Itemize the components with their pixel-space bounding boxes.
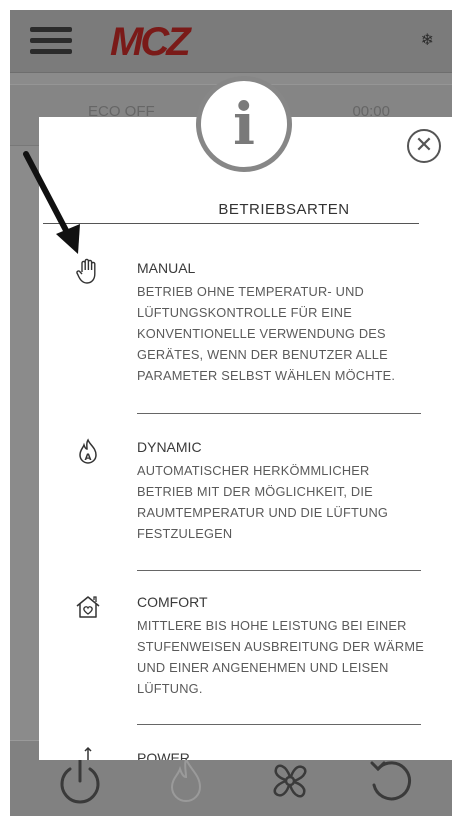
app-screen: MCZ ❄ ECO OFF 00:00 BETRIEBSARTEN MANUAL… xyxy=(10,10,452,816)
mode-name: DYNAMIC xyxy=(137,439,202,455)
mode-divider xyxy=(137,724,421,725)
power-icon[interactable] xyxy=(54,755,106,807)
brand-logo: MCZ xyxy=(110,20,191,64)
hand-icon xyxy=(76,258,96,284)
mode-divider xyxy=(137,413,421,414)
house-heart-icon xyxy=(76,596,100,618)
flame-icon[interactable] xyxy=(160,755,212,807)
menu-icon[interactable] xyxy=(30,27,72,55)
mode-description: MITTLERE BIS HOHE LEISTUNG BEI EINER STU… xyxy=(137,618,424,696)
power-mode-icon xyxy=(84,746,92,760)
operating-modes-dialog: BETRIEBSARTEN MANUAL BETRIEB OHNE TEMPER… xyxy=(39,117,452,760)
snowflake-icon: ❄ xyxy=(420,32,434,49)
annotation-arrow-icon xyxy=(23,151,80,254)
mode-description: BETRIEB OHNE TEMPERATUR- UND LÜFTUNGSKON… xyxy=(137,284,396,383)
mode-name: MANUAL xyxy=(137,260,196,276)
svg-text:A: A xyxy=(85,453,92,463)
mode-description: AUTOMATISCHER HERKÖMMLICHER BETRIEB MIT … xyxy=(137,463,389,541)
top-bar: MCZ ❄ xyxy=(10,10,452,73)
flame-auto-icon: A xyxy=(79,438,97,464)
mode-name: POWER xyxy=(137,750,190,760)
close-icon[interactable]: ✕ xyxy=(407,129,441,163)
fan-icon[interactable] xyxy=(264,755,316,807)
mode-name: COMFORT xyxy=(137,594,208,610)
refresh-icon[interactable] xyxy=(364,755,416,807)
info-icon: i xyxy=(196,76,292,172)
dialog-title: BETRIEBSARTEN xyxy=(218,201,350,218)
mode-divider xyxy=(137,570,421,571)
title-divider xyxy=(43,223,419,224)
